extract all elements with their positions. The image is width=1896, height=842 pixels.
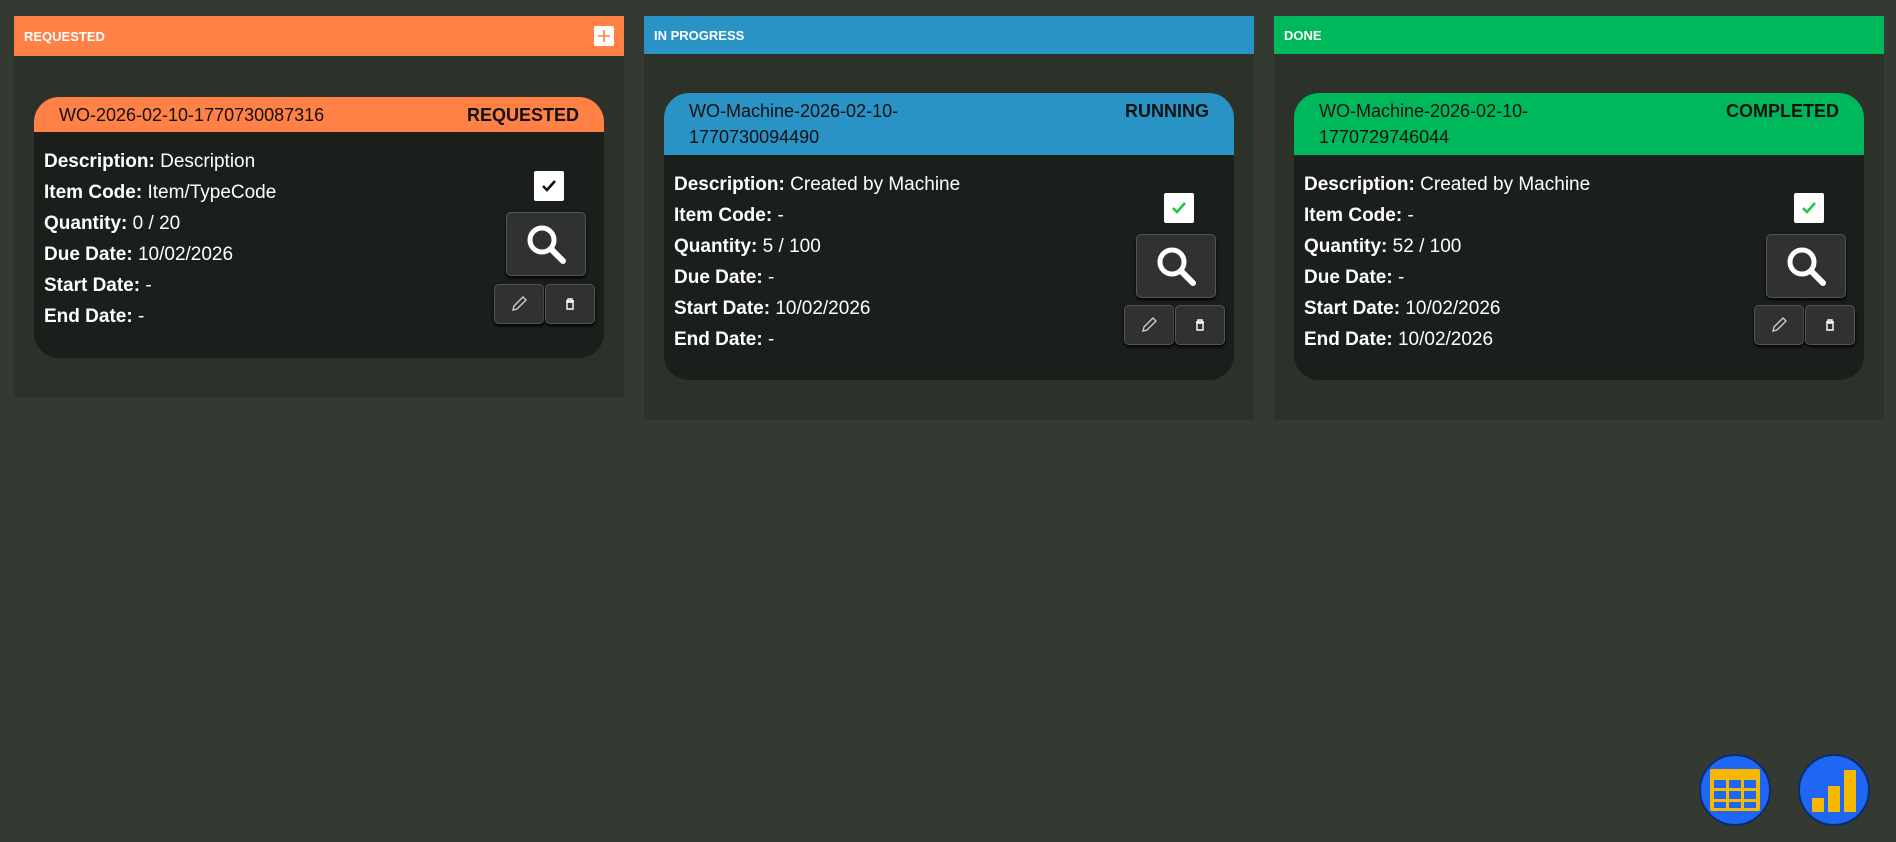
edit-button[interactable]: [494, 284, 544, 324]
magnifier-icon: [527, 225, 566, 264]
view-details-button[interactable]: [506, 212, 586, 276]
status-label: COMPLETED: [1725, 101, 1839, 121]
card-header: WO-2026-02-10-1770730087316 REQUESTED: [34, 97, 604, 132]
quantity-value: 5 / 100: [762, 236, 821, 257]
card-header: WO-Machine-2026-02-10- 1770730094490 RUN…: [664, 93, 1234, 155]
pencil-icon: [1142, 317, 1157, 332]
checkmark-icon: [1802, 202, 1816, 214]
view-details-button[interactable]: [1136, 234, 1216, 298]
column-header-in-progress: IN PROGRESS: [644, 16, 1254, 54]
description-row: Description: Description: [44, 151, 256, 172]
select-checkbox[interactable]: [1794, 193, 1824, 223]
description-value: Description: [160, 151, 256, 172]
work-order-card: WO-Machine-2026-02-10- 1770729746044 COM…: [1294, 93, 1864, 380]
due-date-value: 10/02/2026: [137, 244, 234, 265]
column-title: REQUESTED: [24, 28, 105, 44]
column-requested: REQUESTED WO-2026-02-10-1770730087316 RE…: [14, 16, 624, 397]
magnifier-icon: [1157, 247, 1196, 286]
due-date-value: -: [767, 267, 775, 288]
item-code-row: Item Code: Item/TypeCode: [44, 182, 277, 203]
item-code-row: Item Code: -: [674, 205, 784, 226]
work-order-id: WO-2026-02-10-1770730087316: [59, 105, 325, 125]
checkmark-icon: [1172, 202, 1186, 214]
chart-view-button[interactable]: [1798, 754, 1870, 826]
start-date-value: 10/02/2026: [775, 298, 871, 319]
bar-chart-icon: [1812, 770, 1856, 812]
column-done: DONE WO-Machine-2026-02-10- 177072974604…: [1274, 16, 1884, 420]
work-order-id: WO-Machine-2026-02-10- 1770729746044: [1319, 101, 1529, 147]
card-body: Description: Created by Machine Item Cod…: [664, 155, 1234, 369]
table-view-button[interactable]: [1699, 754, 1771, 826]
end-date-value: 10/02/2026: [1397, 329, 1494, 350]
column-title: DONE: [1284, 27, 1322, 43]
checkmark-icon: [542, 180, 556, 192]
work-order-card: WO-2026-02-10-1770730087316 REQUESTED De…: [34, 97, 604, 358]
item-code-row: Item Code: -: [1304, 205, 1414, 226]
trash-icon: [1826, 319, 1834, 331]
end-date-value: -: [137, 306, 145, 327]
work-order-id: WO-Machine-2026-02-10- 1770730094490: [689, 101, 899, 147]
column-header-requested: REQUESTED: [14, 16, 624, 56]
view-details-button[interactable]: [1766, 234, 1846, 298]
description-value: Created by Machine: [1420, 174, 1591, 195]
pencil-icon: [512, 296, 527, 311]
status-label: RUNNING: [1125, 101, 1209, 121]
card-body: Description: Description Item Code: Item…: [34, 132, 604, 346]
work-order-card: WO-Machine-2026-02-10- 1770730094490 RUN…: [664, 93, 1234, 380]
delete-button[interactable]: [1805, 305, 1855, 345]
select-checkbox[interactable]: [1164, 193, 1194, 223]
end-date-value: -: [767, 329, 775, 350]
item-code-value: -: [1407, 205, 1414, 226]
magnifier-icon: [1787, 247, 1826, 286]
select-checkbox[interactable]: [534, 171, 564, 201]
description-row: Description: Created by Machine: [674, 174, 961, 195]
description-row: Description: Created by Machine: [1304, 174, 1591, 195]
column-in-progress: IN PROGRESS WO-Machine-2026-02-10- 17707…: [644, 16, 1254, 420]
item-code-value: -: [777, 205, 784, 226]
column-title: IN PROGRESS: [654, 27, 745, 43]
edit-button[interactable]: [1124, 305, 1174, 345]
due-date-value: -: [1397, 267, 1405, 288]
plus-icon: [598, 30, 610, 42]
description-value: Created by Machine: [790, 174, 961, 195]
delete-button[interactable]: [1175, 305, 1225, 345]
pencil-icon: [1772, 317, 1787, 332]
column-header-done: DONE: [1274, 16, 1884, 54]
delete-button[interactable]: [545, 284, 595, 324]
item-code-value: Item/TypeCode: [147, 182, 277, 203]
grid-table-icon: [1710, 769, 1760, 811]
card-header: WO-Machine-2026-02-10- 1770729746044 COM…: [1294, 93, 1864, 155]
trash-icon: [566, 298, 574, 310]
card-body: Description: Created by Machine Item Cod…: [1294, 155, 1864, 369]
add-work-order-button[interactable]: [594, 26, 614, 46]
trash-icon: [1196, 319, 1204, 331]
start-date-value: 10/02/2026: [1405, 298, 1501, 319]
quantity-value: 0 / 20: [132, 213, 181, 234]
quantity-value: 52 / 100: [1392, 236, 1462, 257]
edit-button[interactable]: [1754, 305, 1804, 345]
start-date-value: -: [145, 275, 152, 296]
status-label: REQUESTED: [466, 105, 579, 125]
